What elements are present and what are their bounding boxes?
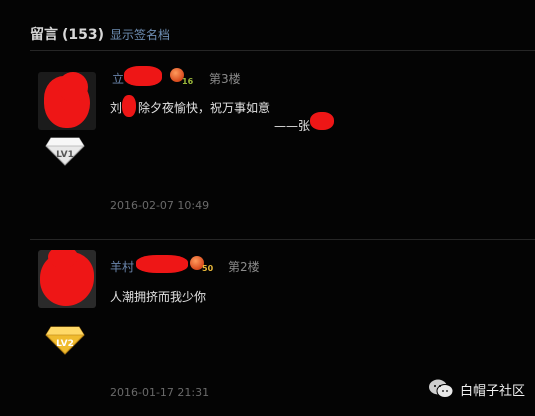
wechat-icon <box>428 379 454 398</box>
level-badge-icon: LV2 <box>45 326 85 355</box>
level-badge-label: LV1 <box>56 150 74 160</box>
level-badge-label: LV2 <box>56 339 74 349</box>
comment-text: 除夕夜愉快，祝万事如意 <box>138 101 271 115</box>
author-name[interactable]: 羊村 <box>110 258 134 275</box>
floor-number: 第2楼 <box>228 260 260 274</box>
redaction-mark <box>136 255 188 273</box>
comment-text: 人潮拥挤而我少你 <box>110 290 207 304</box>
redaction-mark <box>124 66 162 86</box>
comment-timestamp: 2016-01-17 21:31 <box>110 386 210 399</box>
comments-title: 留言 <box>30 27 58 43</box>
avatar[interactable] <box>38 72 96 130</box>
header-divider <box>30 50 535 51</box>
floor-number: 第3楼 <box>209 72 241 86</box>
comments-count: (153) <box>62 27 105 43</box>
level-badge-icon: LV1 <box>45 137 85 166</box>
comment-timestamp: 2016-02-07 10:49 <box>110 199 210 212</box>
comment-signature: ——张 <box>274 119 311 133</box>
redaction-mark <box>122 95 136 117</box>
watermark-text: 白帽子社区 <box>459 383 525 399</box>
redaction-mark <box>310 112 334 130</box>
user-level-number: 50 <box>202 264 214 273</box>
watermark: 白帽子社区 <box>428 378 525 400</box>
author-name[interactable]: 立 <box>112 70 124 87</box>
user-level-number: 16 <box>182 77 194 86</box>
avatar[interactable] <box>38 250 96 308</box>
comments-header: 留言 (153) 显示签名档 <box>30 24 170 44</box>
comment-text-prefix: 刘 <box>110 101 123 115</box>
show-signature-link[interactable]: 显示签名档 <box>110 26 170 43</box>
comment-divider <box>30 239 535 240</box>
